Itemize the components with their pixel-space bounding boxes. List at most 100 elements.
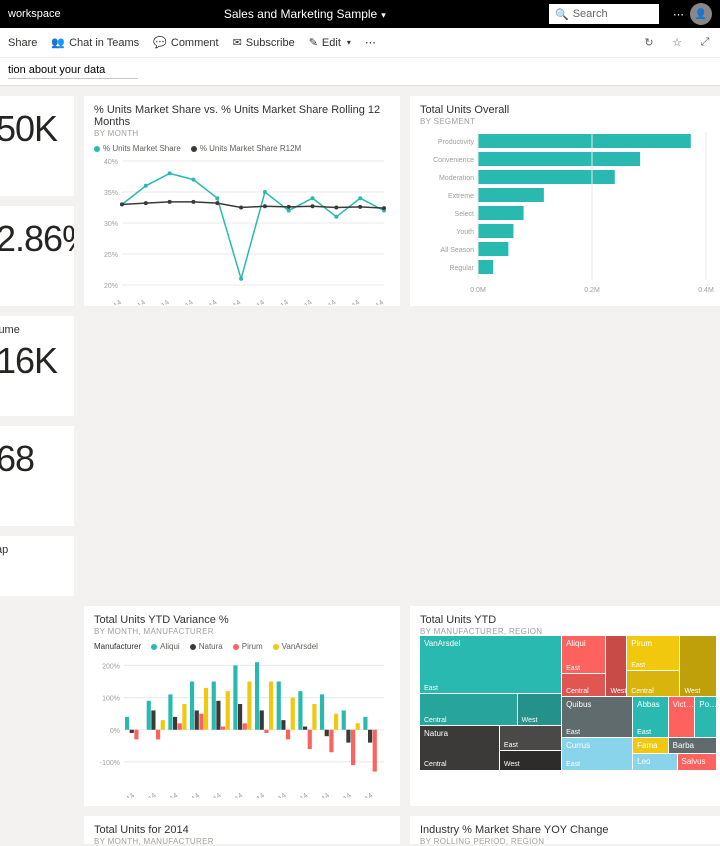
svg-text:Dec-14: Dec-14 bbox=[363, 299, 385, 305]
treemap-cell: East bbox=[500, 726, 562, 752]
svg-text:Jun-14: Jun-14 bbox=[224, 792, 245, 798]
svg-text:Oct-14: Oct-14 bbox=[311, 792, 332, 798]
tile-subtitle: BY ROLLING PERIOD, REGION bbox=[420, 837, 716, 846]
search-icon: 🔍 bbox=[555, 8, 569, 21]
refresh-icon[interactable]: ↻ bbox=[642, 36, 656, 49]
svg-text:Jan-14: Jan-14 bbox=[115, 792, 136, 798]
svg-text:Jun-14: Jun-14 bbox=[221, 299, 242, 305]
svg-text:Extreme: Extreme bbox=[448, 193, 474, 200]
kpi-value: 50K bbox=[0, 108, 64, 150]
svg-text:All Season: All Season bbox=[441, 247, 475, 254]
chevron-down-icon: ▾ bbox=[347, 38, 351, 47]
svg-text:Oct-14: Oct-14 bbox=[317, 299, 338, 305]
mail-icon: ✉ bbox=[233, 36, 242, 49]
favorite-icon[interactable]: ☆ bbox=[670, 36, 684, 49]
kpi-tile-1[interactable]: 50K bbox=[0, 96, 74, 196]
more-icon[interactable]: ⋯ bbox=[673, 8, 684, 21]
svg-text:Productivity: Productivity bbox=[438, 139, 475, 146]
comment-button[interactable]: 💬Comment bbox=[153, 36, 218, 49]
tile-subtitle: BY SEGMENT bbox=[420, 117, 716, 126]
kpi-value: 2.86% bbox=[0, 218, 64, 260]
svg-text:Mar-14: Mar-14 bbox=[149, 299, 171, 305]
svg-text:Jul-14: Jul-14 bbox=[247, 299, 266, 305]
kpi-tile-2[interactable]: 2.86% bbox=[0, 206, 74, 306]
svg-text:Aug-14: Aug-14 bbox=[268, 299, 290, 305]
treemap-cell: Leo bbox=[633, 754, 677, 770]
svg-text:Regular: Regular bbox=[449, 265, 474, 272]
pencil-icon: ✎ bbox=[309, 36, 318, 49]
treemap-cell: NaturaCentral bbox=[420, 726, 500, 771]
svg-text:Jan-14: Jan-14 bbox=[102, 299, 123, 305]
t2014-tile[interactable]: Total Units for 2014 BY MONTH, MANUFACTU… bbox=[84, 816, 400, 844]
svg-text:25%: 25% bbox=[104, 252, 118, 259]
treemap-cell: Central bbox=[420, 694, 518, 726]
hbar-chart: ProductivityConvenienceModerationExtreme… bbox=[420, 126, 716, 296]
svg-text:100%: 100% bbox=[102, 696, 120, 703]
variance-tile[interactable]: Total Units YTD Variance % BY MONTH, MAN… bbox=[84, 606, 400, 806]
treemap-cell: PirumEast bbox=[627, 636, 680, 671]
treemap-cell: Salvus bbox=[678, 754, 716, 770]
tile-subtitle: BY MONTH bbox=[94, 129, 390, 138]
svg-text:Nov-14: Nov-14 bbox=[331, 792, 353, 798]
treemap-cell: AbbasEast bbox=[633, 697, 669, 739]
svg-text:200%: 200% bbox=[102, 663, 120, 670]
treemap-cell: West bbox=[518, 694, 562, 726]
treemap-cell: Fama bbox=[633, 738, 669, 754]
kpi-tile-4[interactable]: 68 bbox=[0, 426, 74, 526]
treemap-cell: West bbox=[680, 636, 716, 697]
svg-text:May-14: May-14 bbox=[200, 792, 222, 798]
treemap-cell: Po… bbox=[695, 697, 716, 739]
qa-bar bbox=[0, 58, 720, 86]
line-chart: 20%25%30%35%40%Jan-14Feb-14Mar-14Apr-14M… bbox=[94, 155, 390, 305]
edit-button[interactable]: ✎Edit▾ bbox=[309, 36, 351, 49]
kpi-title: ap bbox=[0, 544, 64, 556]
report-title: Sales and Marketing Sample bbox=[224, 7, 377, 21]
svg-text:Jul-14: Jul-14 bbox=[247, 792, 266, 798]
subscribe-button[interactable]: ✉Subscribe bbox=[233, 36, 295, 49]
svg-text:0.4M: 0.4M bbox=[698, 287, 714, 294]
search-box[interactable]: 🔍 Search bbox=[549, 4, 659, 24]
tile-subtitle: BY MONTH, MANUFACTURER bbox=[94, 627, 390, 636]
person-icon: 👤 bbox=[695, 9, 707, 20]
kpi-tile-3[interactable]: lume 16K bbox=[0, 316, 74, 416]
svg-text:Mar-14: Mar-14 bbox=[158, 792, 180, 798]
svg-text:35%: 35% bbox=[104, 190, 118, 197]
treemap-cell: Central bbox=[627, 671, 680, 697]
avatar[interactable]: 👤 bbox=[690, 3, 712, 25]
top-bar: workspace Sales and Marketing Sample▾ 🔍 … bbox=[0, 0, 720, 28]
overall-tile[interactable]: Total Units Overall BY SEGMENT Productiv… bbox=[410, 96, 720, 306]
report-title-dropdown[interactable]: Sales and Marketing Sample▾ bbox=[61, 7, 549, 21]
tile-title: Total Units for 2014 bbox=[94, 824, 390, 836]
svg-text:Nov-14: Nov-14 bbox=[340, 299, 362, 305]
svg-text:Apr-14: Apr-14 bbox=[174, 299, 195, 305]
teams-icon: 👥 bbox=[51, 36, 65, 49]
share-button[interactable]: Share bbox=[8, 37, 37, 49]
treemap-cell: Barba bbox=[669, 738, 716, 754]
svg-text:0.0M: 0.0M bbox=[470, 287, 486, 294]
comment-icon: 💬 bbox=[153, 36, 167, 49]
kpi-value: 16K bbox=[0, 340, 64, 382]
tile-subtitle: BY MONTH, MANUFACTURER bbox=[94, 837, 390, 846]
command-bar: Share 👥Chat in Teams 💬Comment ✉Subscribe… bbox=[0, 28, 720, 58]
qa-input[interactable] bbox=[8, 64, 138, 79]
kpi-tile-5[interactable]: ap bbox=[0, 536, 74, 596]
more-options[interactable]: ⋯ bbox=[365, 36, 376, 49]
marketshare-tile[interactable]: % Units Market Share vs. % Units Market … bbox=[84, 96, 400, 306]
chat-teams-button[interactable]: 👥Chat in Teams bbox=[51, 36, 139, 49]
industry-tile[interactable]: Industry % Market Share YOY Change BY RO… bbox=[410, 816, 720, 844]
svg-text:Moderation: Moderation bbox=[439, 175, 474, 182]
kpi-title: lume bbox=[0, 324, 64, 336]
treemap-cell: VanArsdelEast bbox=[420, 636, 562, 694]
svg-text:40%: 40% bbox=[104, 159, 118, 166]
kpi-value: 68 bbox=[0, 438, 64, 480]
chart-legend: Manufacturer Aliqui Natura Pirum VanArsd… bbox=[94, 642, 390, 651]
workspace-label[interactable]: workspace bbox=[8, 8, 61, 20]
ytd-tile[interactable]: Total Units YTD BY MANUFACTURER, REGION … bbox=[410, 606, 720, 806]
treemap-cell: West bbox=[606, 636, 627, 697]
fullscreen-icon[interactable]: ⤢ bbox=[698, 36, 712, 49]
svg-text:20%: 20% bbox=[104, 283, 118, 290]
svg-text:Select: Select bbox=[455, 211, 475, 218]
treemap-cell: Vict… bbox=[669, 697, 696, 739]
svg-text:Aug-14: Aug-14 bbox=[266, 792, 288, 798]
svg-text:May-14: May-14 bbox=[196, 299, 218, 305]
